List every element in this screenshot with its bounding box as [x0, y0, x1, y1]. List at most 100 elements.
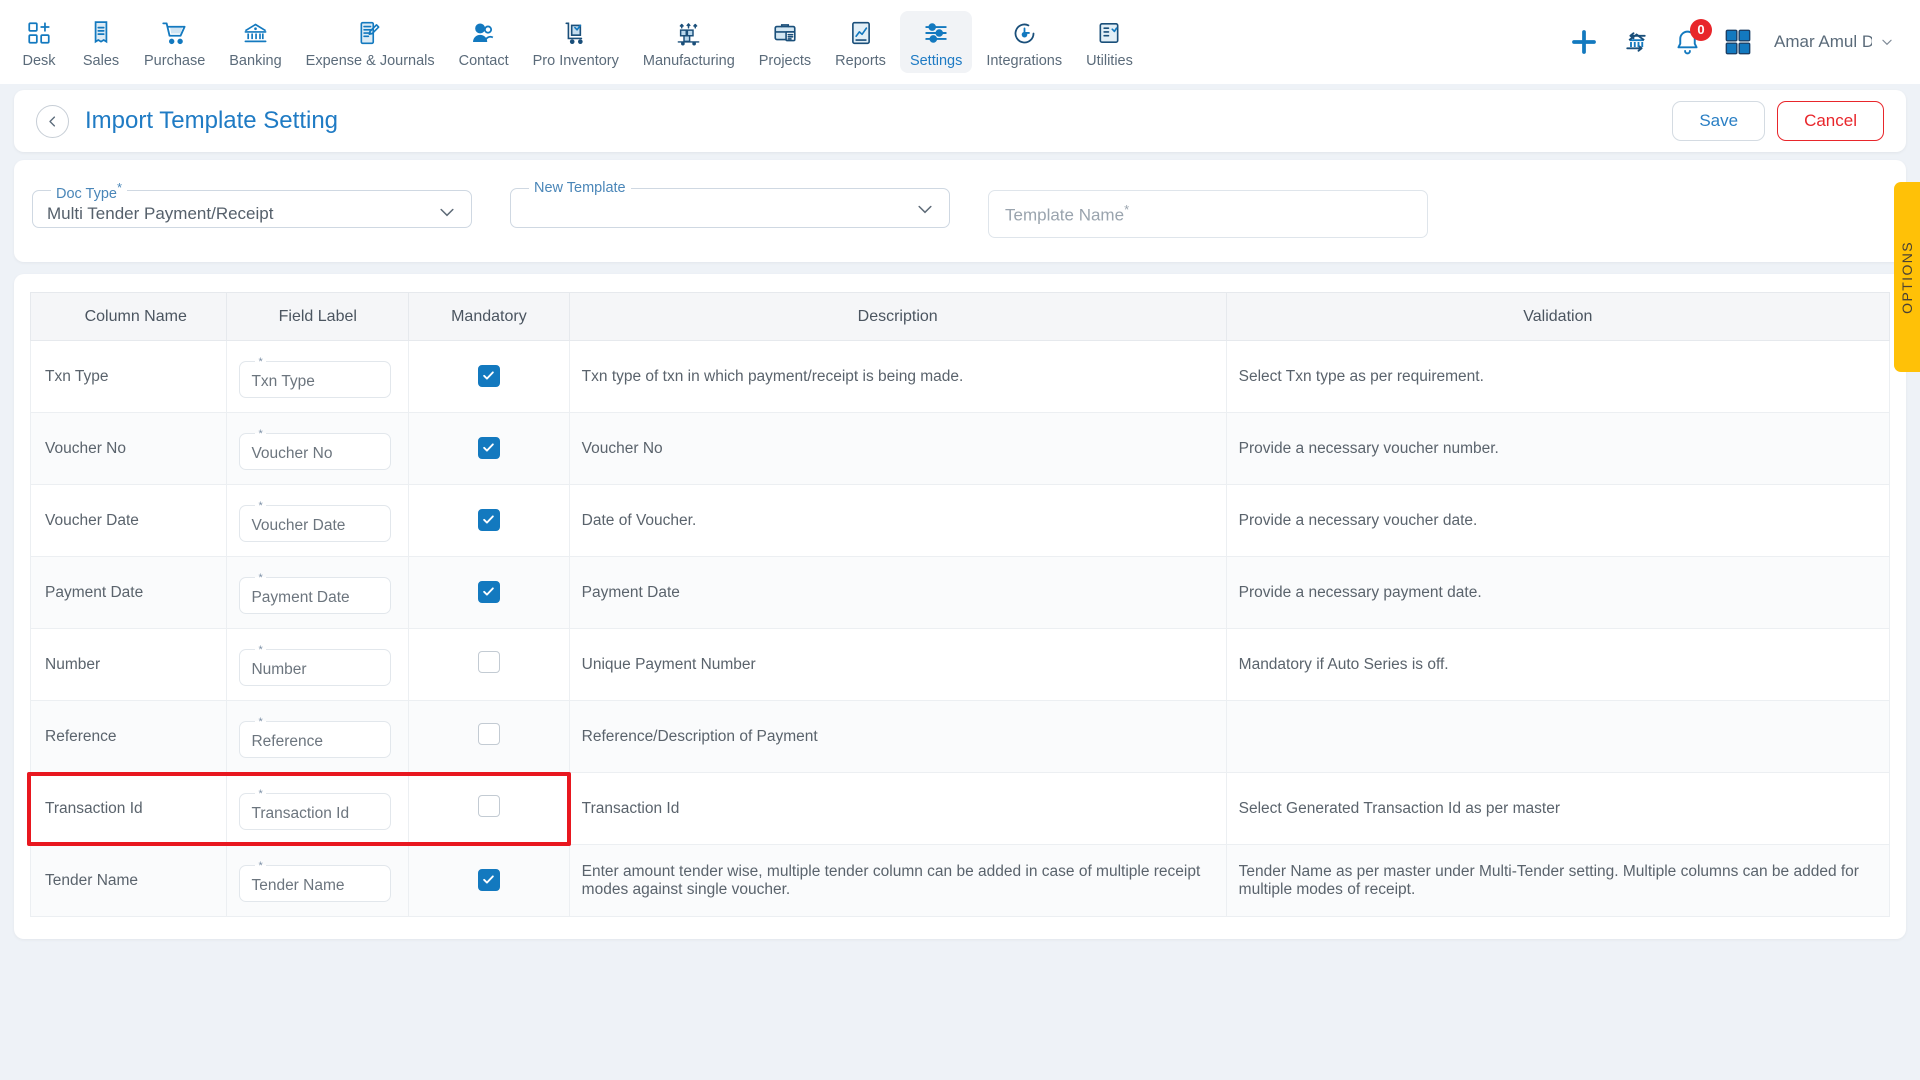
field-label-value: Voucher Date — [251, 517, 345, 535]
field-label-input[interactable]: *Payment Date — [239, 572, 391, 614]
nav-item-integrations[interactable]: Integrations — [976, 11, 1072, 73]
cell-description: Unique Payment Number — [569, 629, 1226, 701]
cell-description: Txn type of txn in which payment/receipt… — [569, 341, 1226, 413]
field-label-input[interactable]: * Reference — [239, 716, 391, 758]
table-row: Txn Type*Txn TypeTxn type of txn in whic… — [31, 341, 1890, 413]
chevron-down-icon — [1880, 35, 1894, 49]
people-icon — [470, 18, 497, 48]
cell-field-label: *Txn Type — [227, 341, 409, 413]
journal-pen-icon — [357, 18, 383, 48]
cell-mandatory — [409, 341, 570, 413]
cell-mandatory — [409, 701, 570, 773]
cell-column-name: Tender Name — [31, 845, 227, 917]
grid-apps-icon[interactable] — [1724, 28, 1752, 56]
top-navigation-bar: Desk Sales Purchase Banking Expense & Journa… — [0, 0, 1920, 84]
cell-description: Enter amount tender wise, multiple tende… — [569, 845, 1226, 917]
cell-mandatory — [409, 557, 570, 629]
template-fields-table-card: Column Name Field Label Mandatory Descri… — [14, 274, 1906, 939]
mandatory-checkbox[interactable] — [478, 869, 500, 891]
new-template-select[interactable]: New Template — [510, 180, 950, 228]
header-field-label: Field Label — [227, 293, 409, 341]
cart-icon — [161, 18, 188, 48]
nav-item-settings[interactable]: Settings — [900, 11, 972, 73]
nav-item-label: Integrations — [986, 53, 1062, 69]
template-name-placeholder: Template Name* — [1005, 202, 1129, 226]
nav-item-reports[interactable]: Reports — [825, 11, 896, 73]
user-menu[interactable]: Amar Amul D — [1774, 32, 1894, 52]
doc-type-value: Multi Tender Payment/Receipt — [47, 204, 273, 224]
cell-mandatory — [409, 845, 570, 917]
template-name-input[interactable]: Template Name* — [988, 190, 1428, 238]
nav-item-label: Projects — [759, 53, 811, 69]
cell-mandatory — [409, 773, 570, 845]
header-column-name: Column Name — [31, 293, 227, 341]
options-side-tab[interactable]: OPTIONS — [1894, 182, 1920, 372]
notification-badge: 0 — [1690, 19, 1712, 41]
nav-item-pro-inventory[interactable]: Pro Inventory — [523, 11, 629, 73]
field-label-input[interactable]: *Voucher No — [239, 428, 391, 470]
nav-item-projects[interactable]: Projects — [749, 11, 821, 73]
table-row: Reference* Reference Reference/Description… — [31, 701, 1890, 773]
cell-description: Payment Date — [569, 557, 1226, 629]
table-row: Tender Name*Tender NameEnter amount tend… — [31, 845, 1890, 917]
mandatory-checkbox[interactable] — [478, 795, 500, 817]
nav-item-utilities[interactable]: Utilities — [1076, 11, 1143, 73]
field-label-required-mark: * — [255, 572, 265, 584]
cell-validation: Provide a necessary voucher date. — [1226, 485, 1889, 557]
table-header-row: Column Name Field Label Mandatory Descri… — [31, 293, 1890, 341]
cell-column-name: Voucher Date — [31, 485, 227, 557]
header-description: Description — [569, 293, 1226, 341]
nav-item-label: Banking — [229, 53, 281, 69]
cell-description: Transaction Id — [569, 773, 1226, 845]
nav-item-label: Settings — [910, 53, 962, 69]
nav-item-label: Purchase — [144, 53, 205, 69]
nav-item-purchase[interactable]: Purchase — [134, 11, 215, 73]
page-header: Import Template Setting Save Cancel — [14, 90, 1906, 152]
briefcase-icon — [772, 18, 798, 48]
field-label-input[interactable]: *Transaction Id — [239, 788, 391, 830]
mandatory-checkbox[interactable] — [478, 509, 500, 531]
field-label-value: Reference — [251, 733, 323, 751]
mandatory-checkbox[interactable] — [478, 365, 500, 387]
mandatory-checkbox[interactable] — [478, 581, 500, 603]
notification-bell-icon[interactable]: 0 — [1673, 28, 1702, 57]
nav-item-contact[interactable]: Contact — [449, 11, 519, 73]
bank-transfer-icon[interactable] — [1621, 27, 1651, 57]
field-label-input[interactable]: *Number — [239, 644, 391, 686]
nav-item-manufacturing[interactable]: Manufacturing — [633, 11, 745, 73]
nav-items-container: Desk Sales Purchase Banking Expense & Journa… — [8, 11, 1145, 73]
plus-icon[interactable] — [1569, 27, 1599, 57]
back-button[interactable] — [36, 105, 69, 138]
cancel-button[interactable]: Cancel — [1777, 101, 1884, 141]
field-label-value: Number — [251, 661, 306, 679]
mandatory-checkbox[interactable] — [478, 437, 500, 459]
cell-description: Reference/Description of Payment — [569, 701, 1226, 773]
field-label-value: Tender Name — [251, 877, 344, 895]
chevron-down-icon — [915, 199, 935, 224]
user-name-label: Amar Amul D — [1774, 32, 1872, 52]
field-label-required-mark: * — [255, 716, 265, 728]
doc-type-select[interactable]: Doc Type* Multi Tender Payment/Receipt — [32, 180, 472, 228]
field-label-input[interactable]: *Voucher Date — [239, 500, 391, 542]
nav-item-expense-journals[interactable]: Expense & Journals — [296, 11, 445, 73]
cell-validation — [1226, 701, 1889, 773]
nav-item-desk[interactable]: Desk — [10, 11, 68, 73]
save-button[interactable]: Save — [1672, 101, 1765, 141]
table-row: Voucher No*Voucher NoVoucher NoProvide a… — [31, 413, 1890, 485]
nav-item-label: Reports — [835, 53, 886, 69]
cell-validation: Mandatory if Auto Series is off. — [1226, 629, 1889, 701]
cell-mandatory — [409, 413, 570, 485]
field-label-input[interactable]: *Txn Type — [239, 356, 391, 398]
nav-item-banking[interactable]: Banking — [219, 11, 291, 73]
field-label-input[interactable]: *Tender Name — [239, 860, 391, 902]
nav-item-sales[interactable]: Sales — [72, 11, 130, 73]
manufacturing-icon — [675, 18, 702, 48]
field-label-value: Voucher No — [251, 445, 332, 463]
receipt-icon — [88, 18, 114, 48]
cell-validation: Provide a necessary payment date. — [1226, 557, 1889, 629]
nav-item-label: Desk — [22, 53, 55, 69]
field-label-required-mark: * — [255, 788, 265, 800]
mandatory-checkbox[interactable] — [478, 651, 500, 673]
table-row: Voucher Date*Voucher DateDate of Voucher… — [31, 485, 1890, 557]
mandatory-checkbox[interactable] — [478, 723, 500, 745]
